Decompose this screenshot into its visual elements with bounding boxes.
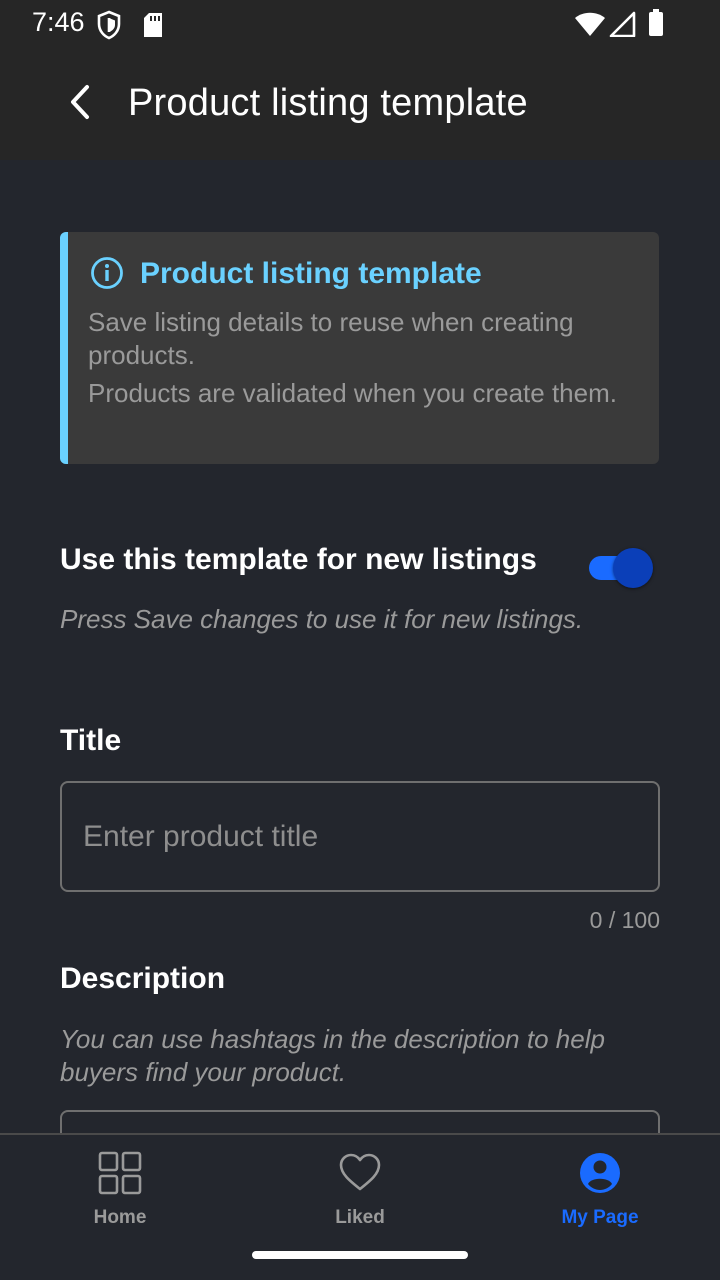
title-label: Title (60, 724, 122, 757)
nav-my-page-label: My Page (561, 1207, 639, 1228)
nav-my-page[interactable]: My Page (480, 1135, 720, 1245)
info-card-text-2: Products are validated when you create t… (88, 378, 617, 408)
back-button[interactable] (52, 76, 108, 132)
heart-icon (338, 1151, 382, 1195)
info-card-title: Product listing template (140, 257, 482, 290)
template-toggle-label: Use this template for new listings (60, 543, 537, 576)
chevron-left-icon (65, 84, 95, 125)
info-card: Product listing template Save listing de… (60, 232, 659, 464)
info-card-accent (60, 232, 68, 464)
description-label: Description (60, 962, 226, 995)
status-bar: 7:46 (0, 0, 720, 48)
nav-liked-label: Liked (335, 1207, 385, 1228)
battery-icon (648, 9, 664, 42)
toggle-thumb (613, 548, 653, 588)
page-title: Product listing template (128, 82, 528, 124)
sd-card-icon (142, 12, 164, 43)
app-bar: Product listing template (0, 48, 720, 160)
description-hint: You can use hashtags in the description … (60, 1024, 605, 1087)
signal-icon (608, 11, 636, 42)
nav-home-label: Home (93, 1207, 147, 1228)
home-indicator[interactable] (252, 1251, 468, 1259)
title-input[interactable] (60, 781, 660, 892)
template-toggle-hint: Press Save changes to use it for new lis… (60, 604, 584, 634)
status-time: 7:46 (32, 7, 85, 37)
profile-icon (578, 1151, 622, 1195)
shield-icon (96, 10, 122, 45)
info-card-text-1: Save listing details to reuse when creat… (88, 307, 574, 370)
nav-liked[interactable]: Liked (240, 1135, 480, 1245)
nav-home[interactable]: Home (0, 1135, 240, 1245)
wifi-icon (574, 11, 606, 42)
template-toggle[interactable] (587, 548, 653, 588)
info-icon (90, 256, 124, 295)
title-char-counter: 0 / 100 (589, 907, 660, 933)
grid-icon (98, 1151, 142, 1195)
